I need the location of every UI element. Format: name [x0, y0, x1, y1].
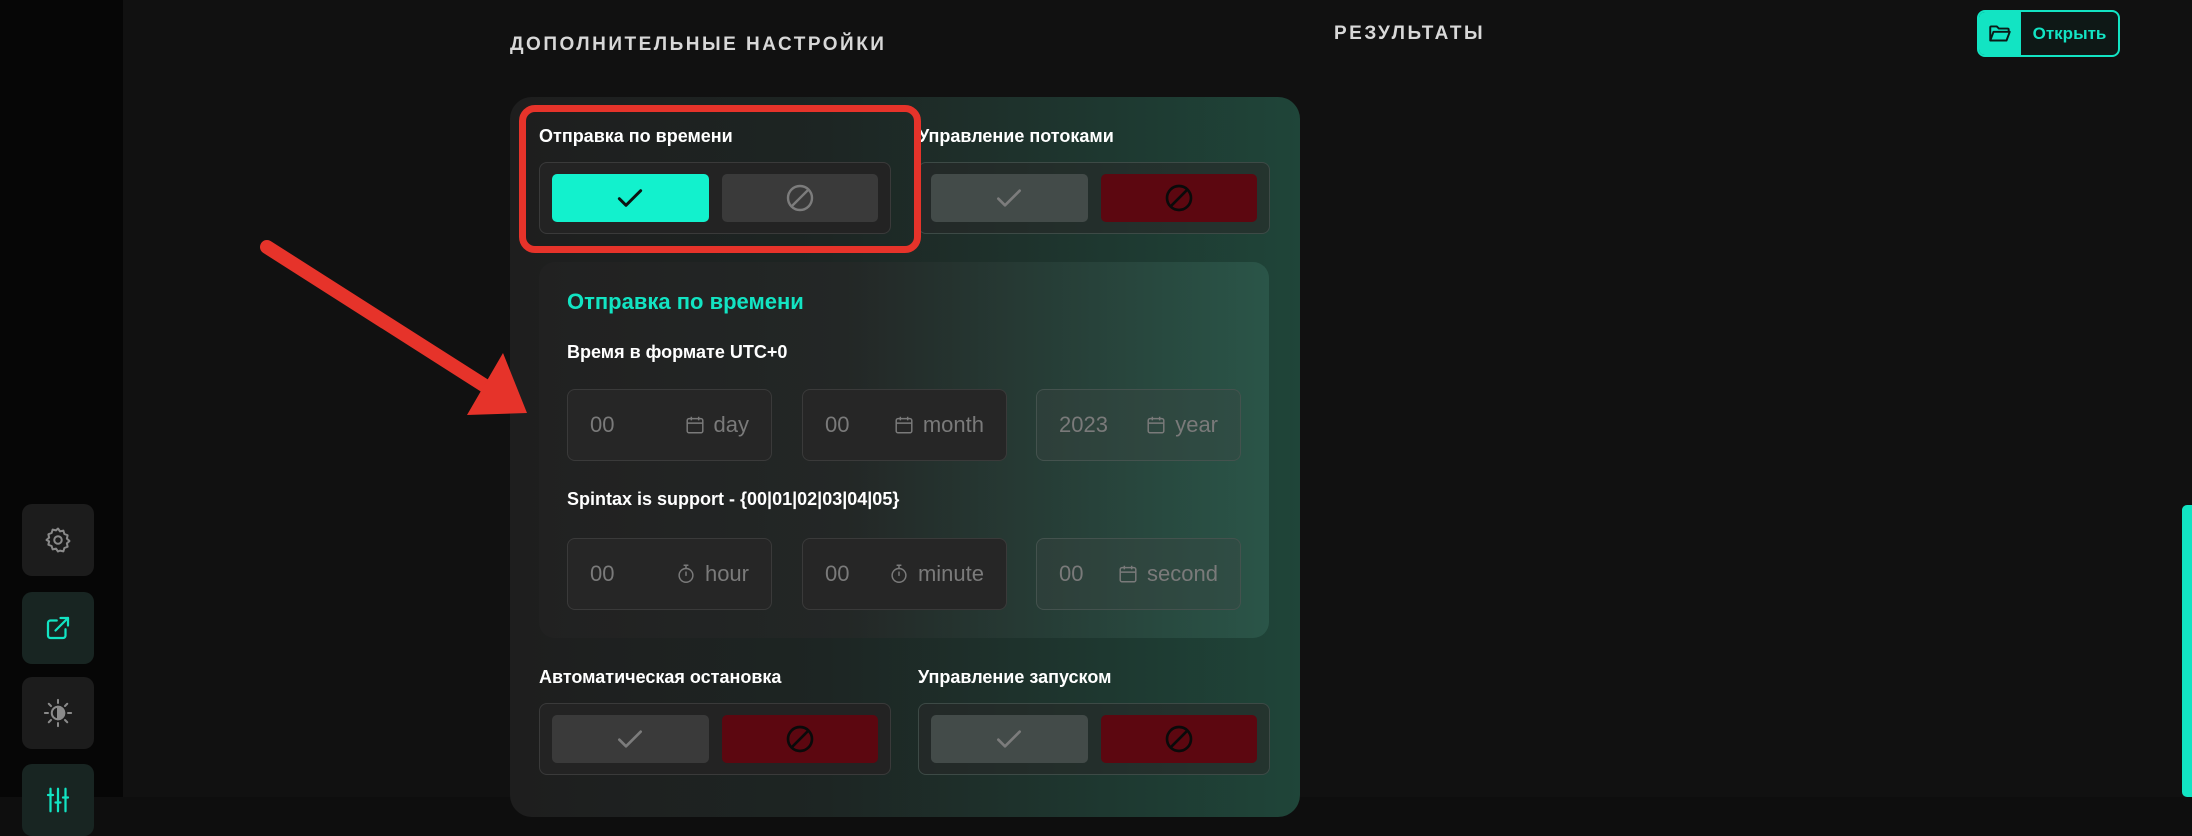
hour-unit-label: hour: [704, 561, 749, 586]
auto-stop-toggle: [539, 703, 891, 775]
hour-value: 00: [590, 561, 615, 586]
day-unit-label: day: [713, 412, 749, 437]
sidebar: [0, 0, 123, 836]
launch-control-enable-button[interactable]: [931, 715, 1088, 763]
external-link-icon: [46, 616, 70, 640]
second-unit: second: [1117, 561, 1218, 587]
year-unit: year: [1145, 412, 1218, 438]
calendar-icon: [1119, 565, 1137, 583]
second-value: 00: [1059, 561, 1084, 586]
launch-control-toggle: [918, 703, 1270, 775]
annotation-highlight-box: [519, 105, 921, 253]
second-unit-label: second: [1147, 561, 1218, 586]
hour-field[interactable]: 00 hour: [567, 538, 772, 610]
day-unit: day: [684, 412, 749, 438]
month-field[interactable]: 00 month: [802, 389, 1007, 461]
additional-settings-title: ДОПОЛНИТЕЛЬНЫЕ НАСТРОЙКИ: [510, 34, 887, 55]
minute-field[interactable]: 00 minute: [802, 538, 1007, 610]
auto-stop-disable-button[interactable]: [721, 715, 878, 763]
folder-open-icon: [1989, 24, 2011, 41]
forbidden-icon: [1165, 725, 1193, 753]
month-unit: month: [893, 412, 984, 438]
spintax-label: Spintax is support - {00|01|02|03|04|05}: [567, 489, 900, 509]
forbidden-icon: [786, 725, 814, 753]
forbidden-icon: [1165, 184, 1193, 212]
results-title: РЕЗУЛЬТАТЫ: [1334, 23, 1486, 44]
sliders-icon: [46, 787, 70, 813]
calendar-icon: [685, 416, 704, 434]
thread-control-enable-button[interactable]: [931, 174, 1088, 222]
month-unit-label: month: [922, 412, 984, 437]
thread-control-disable-button[interactable]: [1100, 174, 1257, 222]
scrollbar[interactable]: [2182, 505, 2192, 797]
stopwatch-icon: [891, 564, 907, 583]
launch-control-setting: Управление запуском: [918, 667, 1270, 775]
year-value: 2023: [1059, 412, 1108, 437]
stopwatch-icon: [678, 564, 694, 583]
theme-button[interactable]: [22, 677, 94, 749]
check-icon: [618, 730, 643, 748]
year-field[interactable]: 2023 year: [1036, 389, 1241, 461]
calendar-icon: [895, 416, 913, 434]
schedule-title: Отправка по времени: [567, 289, 804, 314]
annotation-arrow: [260, 240, 527, 415]
calendar-icon: [1147, 416, 1165, 434]
auto-stop-setting: Автоматическая остановка: [539, 667, 891, 775]
open-button-icon-box: [1979, 12, 2021, 55]
year-unit-label: year: [1175, 412, 1218, 437]
time-format-label: Время в формате UTC+0: [567, 342, 788, 362]
check-icon: [997, 189, 1022, 207]
filters-button[interactable]: [22, 764, 94, 836]
thread-control-setting: Управление потоками: [918, 126, 1270, 234]
launch-control-label: Управление запуском: [918, 667, 1112, 687]
minute-unit: minute: [888, 561, 984, 587]
day-value: 00: [590, 412, 615, 437]
brightness-icon: [43, 698, 73, 728]
open-button-label: Открыть: [2032, 23, 2107, 43]
open-button[interactable]: Открыть: [1977, 10, 2120, 57]
second-field[interactable]: 00 second: [1036, 538, 1241, 610]
month-value: 00: [825, 412, 850, 437]
check-icon: [997, 730, 1022, 748]
schedule-subpanel: Отправка по времени Время в формате UTC+…: [539, 262, 1269, 638]
hour-unit: hour: [675, 561, 749, 587]
day-field[interactable]: 00 day: [567, 389, 772, 461]
minute-value: 00: [825, 561, 850, 586]
auto-stop-label: Автоматическая остановка: [539, 667, 782, 687]
auto-stop-enable-button[interactable]: [552, 715, 709, 763]
external-link-button[interactable]: [22, 592, 94, 664]
launch-control-disable-button[interactable]: [1100, 715, 1257, 763]
settings-button[interactable]: [22, 504, 94, 576]
gear-icon: [45, 527, 71, 553]
minute-unit-label: minute: [917, 561, 984, 586]
thread-control-label: Управление потоками: [918, 126, 1114, 146]
thread-control-toggle: [918, 162, 1270, 234]
